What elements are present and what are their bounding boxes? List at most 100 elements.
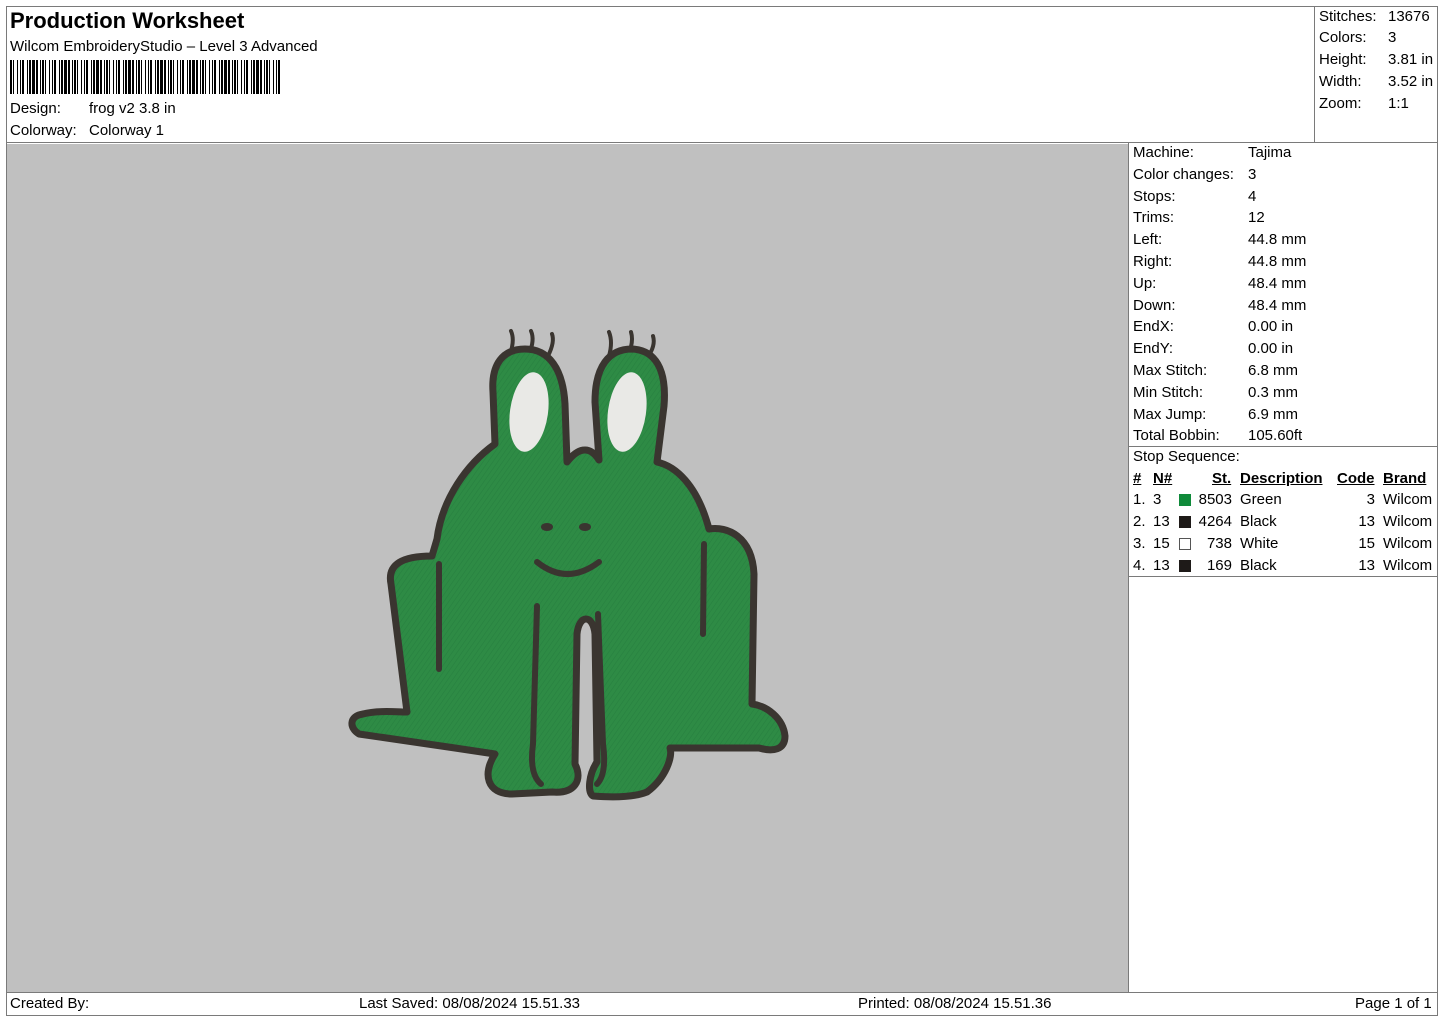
row-number: 1. bbox=[1133, 491, 1146, 508]
footer-created-by: Created By: bbox=[10, 995, 90, 1012]
barcode bbox=[10, 60, 280, 94]
row-number: 3. bbox=[1133, 535, 1146, 552]
col-header-needle: N# bbox=[1153, 470, 1173, 487]
detail-value: 12 bbox=[1248, 209, 1265, 227]
barcode-bar bbox=[68, 60, 70, 94]
detail-label: Down: bbox=[1133, 296, 1176, 314]
barcode-bar bbox=[202, 60, 204, 94]
footer-printed: Printed: 08/08/2024 15.51.36 bbox=[858, 995, 1052, 1012]
barcode-bar bbox=[104, 60, 105, 94]
barcode-bar bbox=[237, 60, 238, 94]
barcode-bar bbox=[214, 60, 216, 94]
barcode-bar bbox=[96, 60, 99, 94]
summary-stitches-label: Stitches: bbox=[1319, 8, 1377, 25]
frog-embroidery-image bbox=[348, 329, 789, 801]
barcode-bar bbox=[36, 60, 38, 94]
detail-value: 48.4 mm bbox=[1248, 274, 1307, 292]
detail-value: 3 bbox=[1248, 165, 1257, 183]
barcode-bar bbox=[164, 60, 166, 94]
barcode-bar bbox=[260, 60, 262, 94]
barcode-bar bbox=[196, 60, 198, 94]
detail-value: 4 bbox=[1248, 187, 1257, 205]
frog-eyes bbox=[509, 372, 647, 452]
barcode-bar bbox=[136, 60, 137, 94]
barcode-bar bbox=[141, 60, 142, 94]
detail-value: 44.8 mm bbox=[1248, 231, 1307, 249]
barcode-bar bbox=[232, 60, 233, 94]
footer-divider bbox=[6, 992, 1438, 993]
detail-value: 105.60ft bbox=[1248, 427, 1303, 445]
row-code: 13 bbox=[1358, 557, 1375, 574]
barcode-bar bbox=[266, 60, 268, 94]
row-brand: Wilcom bbox=[1383, 491, 1433, 508]
barcode-bar bbox=[128, 60, 131, 94]
barcode-bar bbox=[59, 60, 60, 94]
barcode-bar bbox=[219, 60, 220, 94]
barcode-bar bbox=[13, 60, 14, 94]
barcode-bar bbox=[52, 60, 53, 94]
barcode-bar bbox=[17, 60, 18, 94]
barcode-bar bbox=[273, 60, 274, 94]
detail-value: 48.4 mm bbox=[1248, 296, 1307, 314]
barcode-bar bbox=[74, 60, 76, 94]
barcode-bar bbox=[81, 60, 82, 94]
barcode-bar bbox=[244, 60, 245, 94]
barcode-bar bbox=[157, 60, 159, 94]
barcode-bar bbox=[49, 60, 50, 94]
barcode-bar bbox=[42, 60, 44, 94]
footer-page: Page 1 of 1 bbox=[1355, 995, 1432, 1012]
colorway-value: Colorway 1 bbox=[89, 122, 165, 139]
detail-value: Tajima bbox=[1248, 144, 1292, 161]
barcode-bar bbox=[61, 60, 63, 94]
barcode-bar bbox=[256, 60, 259, 94]
detail-label: Min Stitch: bbox=[1133, 383, 1204, 401]
barcode-bar bbox=[160, 60, 163, 94]
detail-label: Max Stitch: bbox=[1133, 362, 1208, 379]
detail-value: 44.8 mm bbox=[1248, 253, 1307, 270]
detail-value: 0.00 in bbox=[1248, 318, 1294, 336]
barcode-bar bbox=[22, 60, 24, 94]
page-title: Production Worksheet bbox=[10, 8, 245, 33]
barcode-bar bbox=[168, 60, 169, 94]
barcode-bar bbox=[45, 60, 46, 94]
barcode-bar bbox=[173, 60, 174, 94]
barcode-bar bbox=[86, 60, 88, 94]
barcode-bar bbox=[224, 60, 227, 94]
barcode-bar bbox=[148, 60, 149, 94]
summary-height-label: Height: bbox=[1319, 51, 1367, 68]
barcode-bar bbox=[264, 60, 265, 94]
row-stitches: 169 bbox=[1206, 557, 1232, 574]
header-divider bbox=[6, 142, 1438, 143]
detail-label: Up: bbox=[1133, 274, 1157, 292]
row-needle: 15 bbox=[1153, 535, 1170, 552]
row-needle: 13 bbox=[1153, 557, 1170, 574]
detail-value: 6.9 mm bbox=[1248, 405, 1299, 423]
row-code: 15 bbox=[1358, 535, 1375, 552]
barcode-bar bbox=[187, 60, 188, 94]
row-number: 2. bbox=[1133, 513, 1146, 530]
detail-label: Stops: bbox=[1133, 187, 1176, 205]
barcode-bar bbox=[54, 60, 56, 94]
row-brand: Wilcom bbox=[1383, 513, 1433, 530]
color-swatch bbox=[1179, 516, 1191, 528]
barcode-bar bbox=[192, 60, 195, 94]
detail-label: Total Bobbin: bbox=[1133, 427, 1220, 445]
row-code: 3 bbox=[1366, 491, 1375, 508]
barcode-bar bbox=[234, 60, 236, 94]
row-description: White bbox=[1240, 535, 1279, 552]
barcode-bar bbox=[106, 60, 108, 94]
barcode-bar bbox=[251, 60, 252, 94]
barcode-bar bbox=[93, 60, 95, 94]
barcode-bar bbox=[241, 60, 242, 94]
row-stitches: 738 bbox=[1206, 535, 1232, 552]
barcode-bar bbox=[27, 60, 28, 94]
summary-zoom-label: Zoom: bbox=[1319, 95, 1362, 112]
summary-zoom-value: 1:1 bbox=[1388, 95, 1409, 112]
barcode-bar bbox=[205, 60, 206, 94]
barcode-bar bbox=[72, 60, 73, 94]
barcode-bar bbox=[221, 60, 223, 94]
summary-divider bbox=[1314, 6, 1315, 143]
software-name: Wilcom EmbroideryStudio – Level 3 Advanc… bbox=[10, 38, 318, 55]
barcode-bar bbox=[212, 60, 213, 94]
barcode-bar bbox=[278, 60, 280, 94]
